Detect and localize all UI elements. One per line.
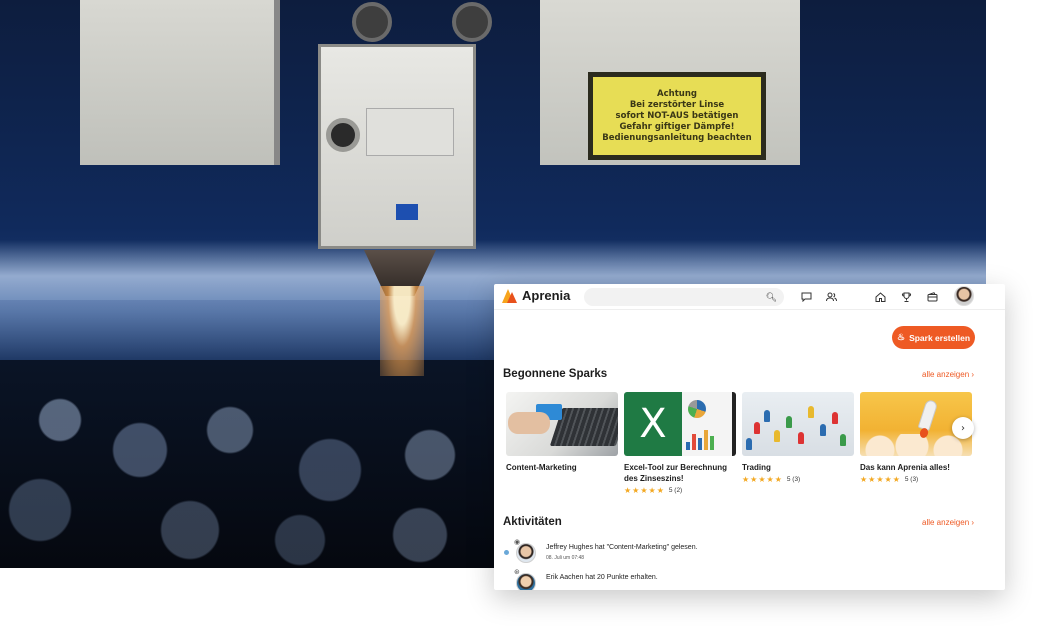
user-avatar[interactable] [954, 286, 974, 306]
warning-line: Achtung [657, 88, 697, 99]
search-input[interactable] [584, 289, 764, 307]
star-rating-icon: ★★★★★ [860, 475, 901, 484]
spark-thumbnail[interactable] [506, 392, 618, 456]
manufacturer-badge [396, 204, 418, 220]
chevron-right-icon: › [961, 422, 965, 434]
activity-item[interactable]: ⊛ Erik Aachen hat 20 Punkte erhalten. [504, 568, 804, 590]
spark-rating: ★★★★★ 5 (3) [742, 475, 854, 484]
star-rating-icon: ★★★★★ [742, 475, 783, 484]
activities-see-all-link[interactable]: alle anzeigen › [922, 518, 974, 527]
activity-text: Jeffrey Hughes hat "Content-Marketing" g… [546, 544, 698, 551]
carousel-next-button[interactable]: › [952, 417, 974, 439]
search-icon[interactable]: 🔍︎ [766, 292, 777, 303]
unread-indicator [504, 550, 509, 555]
app-window: Aprenia 🔍︎ ♨︎ Spark erstellen Begonnene … [494, 284, 1005, 590]
rating-count: 5 (3) [786, 476, 801, 483]
spark-thumbnail[interactable]: X [624, 392, 736, 456]
spark-rating: ★★★★★ 5 (3) [860, 475, 972, 484]
trophy-icon[interactable] [899, 289, 914, 304]
laser-port [326, 118, 360, 152]
home-icon[interactable] [873, 289, 888, 304]
warning-line: Gefahr giftiger Dämpfe! [619, 121, 735, 132]
top-bar: Aprenia 🔍︎ [494, 284, 1005, 310]
warning-sign: Achtung Bei zerstörter Linse sofort NOT-… [588, 72, 766, 160]
laser-spark [380, 286, 424, 376]
spark-card[interactable]: X Excel-Tool zur Berechnung des Zinseszi… [624, 392, 736, 495]
spark-rating: ★★★★★ 5 (2) [624, 486, 736, 495]
spark-title[interactable]: Excel-Tool zur Berechnung des Zinseszins… [624, 462, 736, 484]
brand-name[interactable]: Aprenia [522, 288, 570, 303]
bolt [452, 2, 492, 42]
bolt [352, 2, 392, 42]
search-bar[interactable]: 🔍︎ [584, 288, 784, 307]
spark-title[interactable]: Das kann Aprenia alles! [860, 462, 972, 473]
users-icon[interactable] [824, 289, 839, 304]
spark-icon: ♨︎ [896, 332, 906, 342]
activity-time: 08. Juli um 07:48 [546, 555, 585, 561]
started-sparks-see-all-link[interactable]: alle anzeigen › [922, 370, 974, 379]
rating-count: 5 (2) [668, 487, 683, 494]
create-spark-button[interactable]: ♨︎ Spark erstellen [892, 326, 975, 349]
spark-title[interactable]: Content-Marketing [506, 462, 618, 473]
star-rating-icon: ★★★★★ [624, 486, 665, 495]
warning-line: Bei zerstörter Linse [629, 99, 725, 110]
rating-count: 5 (3) [904, 476, 919, 483]
spark-title[interactable]: Trading [742, 462, 854, 473]
points-icon: ⊛ [514, 568, 520, 576]
aprenia-logo-icon[interactable] [502, 289, 518, 304]
chat-icon[interactable] [799, 289, 814, 304]
started-sparks-title: Begonnene Sparks [503, 368, 608, 380]
warning-line: sofort NOT-AUS betätigen [615, 110, 739, 121]
spark-card[interactable]: Trading ★★★★★ 5 (3) [742, 392, 854, 484]
spark-card[interactable]: Content-Marketing [506, 392, 618, 473]
activity-text: Erik Aachen hat 20 Punkte erhalten. [546, 574, 658, 581]
create-spark-label: Spark erstellen [909, 332, 971, 343]
eye-icon: ◉ [514, 538, 521, 546]
avatar[interactable] [516, 543, 536, 563]
laser-plate [366, 108, 454, 156]
activities-title: Aktivitäten [503, 516, 562, 528]
spark-thumbnail[interactable] [742, 392, 854, 456]
machine-block-left [80, 0, 280, 165]
spark-card[interactable]: Das kann Aprenia alles! ★★★★★ 5 (3) [860, 392, 972, 484]
warning-line: Bedienungsanleitung beachten [602, 132, 752, 143]
wallet-icon[interactable] [925, 289, 940, 304]
activity-item[interactable]: ◉ Jeffrey Hughes hat "Content-Marketing"… [504, 538, 804, 566]
